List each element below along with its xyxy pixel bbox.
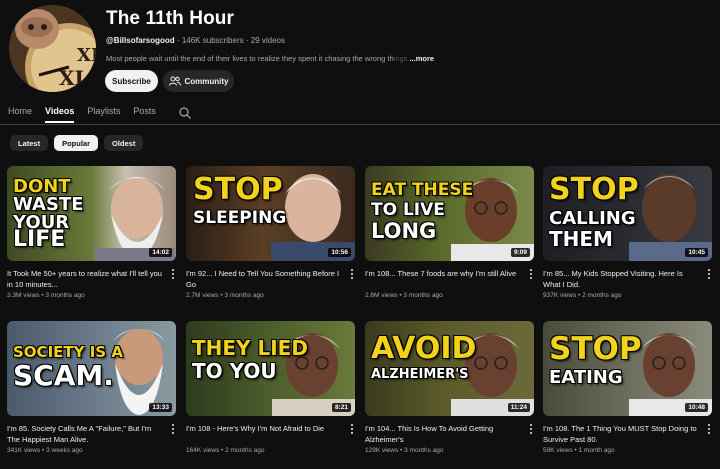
tab-playlists[interactable]: Playlists: [87, 106, 120, 123]
search-icon[interactable]: [179, 106, 191, 124]
video-card[interactable]: STOP SLEEPING 10:56 I'm 92... I Need to …: [186, 166, 355, 299]
video-stats: 2.6M views • 3 months ago: [365, 292, 443, 299]
tab-posts[interactable]: Posts: [133, 106, 156, 123]
video-thumbnail[interactable]: EAT THESE TO LIVE LONG 9:09: [365, 166, 534, 261]
video-thumbnail[interactable]: STOP SLEEPING 10:56: [186, 166, 355, 261]
more-actions-icon[interactable]: [706, 424, 712, 436]
description-fade: ings: [393, 54, 408, 63]
video-stats: 937K views • 2 months ago: [543, 292, 622, 299]
channel-description[interactable]: Most people wait until the end of their …: [106, 54, 434, 63]
video-title[interactable]: It Took Me 50+ years to realize what I'l…: [7, 268, 165, 290]
tabs-divider: [0, 124, 720, 125]
svg-text:XII: XII: [77, 45, 96, 66]
thumb-text: AVOID: [371, 331, 477, 366]
thumb-text: LONG: [371, 219, 437, 243]
thumb-text: THEM: [549, 227, 613, 251]
video-stats: 129K views • 3 months ago: [365, 447, 444, 454]
video-card[interactable]: STOP CALLING THEM 10:45 I'm 85... My Kid…: [543, 166, 712, 299]
thumb-text: TO LIVE: [371, 200, 445, 220]
video-title[interactable]: I'm 104... This Is How To Avoid Getting …: [365, 423, 523, 445]
more-actions-icon[interactable]: [170, 269, 176, 281]
channel-avatar[interactable]: XI XII: [9, 5, 96, 92]
video-duration: 8:21: [331, 403, 351, 412]
video-stats: 341K views • 3 weeks ago: [7, 447, 83, 454]
thumb-text: TO YOU: [192, 359, 277, 383]
channel-title: The 11th Hour: [106, 8, 234, 29]
chip-latest[interactable]: Latest: [10, 135, 49, 151]
video-duration: 13:33: [149, 403, 172, 412]
video-stats: 3.3M views • 3 months ago: [7, 292, 85, 299]
thumb-text: STOP: [549, 172, 639, 207]
thumb-text: EAT THESE: [371, 180, 474, 200]
thumb-text: DONT: [13, 176, 71, 197]
thumb-text: ALZHEIMER'S: [371, 367, 469, 382]
video-duration: 10:56: [328, 248, 351, 257]
video-thumbnail[interactable]: AVOID ALZHEIMER'S 11:24: [365, 321, 534, 416]
community-label: Community: [184, 76, 229, 86]
more-actions-icon[interactable]: [706, 269, 712, 281]
more-actions-icon[interactable]: [349, 269, 355, 281]
video-card[interactable]: EAT THESE TO LIVE LONG 9:09 I'm 108... T…: [365, 166, 534, 299]
video-thumbnail[interactable]: THEY LIED TO YOU 8:21: [186, 321, 355, 416]
video-thumbnail[interactable]: DONT WASTE YOUR LIFE 14:02: [7, 166, 176, 261]
video-duration: 10:48: [685, 403, 708, 412]
more-actions-icon[interactable]: [170, 424, 176, 436]
video-card[interactable]: THEY LIED TO YOU 8:21 I'm 108 - Here's W…: [186, 321, 355, 454]
more-actions-icon[interactable]: [528, 269, 534, 281]
video-duration: 11:24: [507, 403, 530, 412]
thumb-text: THEY LIED: [192, 336, 308, 360]
channel-stats: · 146K subscribers · 29 videos: [174, 36, 285, 45]
video-card[interactable]: STOP EATING 10:48 I'm 108. The 1 Thing Y…: [543, 321, 712, 454]
video-card[interactable]: DONT WASTE YOUR LIFE 14:02 It Took Me 50…: [7, 166, 176, 299]
video-duration: 9:09: [510, 248, 530, 257]
video-title[interactable]: I'm 108. The 1 Thing You MUST Stop Doing…: [543, 423, 701, 445]
chip-popular[interactable]: Popular: [54, 135, 99, 151]
subscribe-button[interactable]: Subscribe: [105, 70, 158, 92]
channel-handle[interactable]: @Billsofarsogood: [106, 36, 175, 45]
video-title[interactable]: I'm 85... My Kids Stopped Visiting. Here…: [543, 268, 701, 290]
channel-tabs: Home Videos Playlists Posts: [8, 106, 169, 123]
video-stats: 2.7M views • 3 months ago: [186, 292, 264, 299]
thumb-text: SCAM.: [13, 359, 114, 392]
thumb-text: CALLING: [549, 208, 636, 229]
thumb-text: STOP: [549, 331, 642, 367]
video-thumbnail[interactable]: STOP EATING 10:48: [543, 321, 712, 416]
video-title[interactable]: I'm 108... These 7 foods are why I'm sti…: [365, 268, 523, 279]
people-icon: [168, 76, 181, 86]
video-stats: 59K views • 1 month ago: [543, 447, 615, 454]
thumb-text: EATING: [549, 367, 623, 388]
video-title[interactable]: I'm 92... I Need to Tell You Something B…: [186, 268, 344, 290]
thumb-text: LIFE: [13, 227, 66, 252]
clock-avatar-image: XI XII: [9, 5, 96, 92]
video-title[interactable]: I'm 85. Society Calls Me A "Failure," Bu…: [7, 423, 165, 445]
video-title[interactable]: I'm 108 - Here's Why I'm Not Afraid to D…: [186, 423, 344, 434]
thumb-text: STOP: [193, 172, 283, 207]
video-thumbnail[interactable]: SOCIETY IS A SCAM. 13:33: [7, 321, 176, 416]
thumb-text: WASTE: [13, 194, 84, 215]
chip-oldest[interactable]: Oldest: [104, 135, 144, 151]
community-button[interactable]: Community: [163, 70, 234, 92]
more-actions-icon[interactable]: [528, 424, 534, 436]
video-card[interactable]: SOCIETY IS A SCAM. 13:33 I'm 85. Society…: [7, 321, 176, 454]
description-text: Most people wait until the end of their …: [106, 54, 394, 63]
video-thumbnail[interactable]: STOP CALLING THEM 10:45: [543, 166, 712, 261]
channel-meta: @Billsofarsogood · 146K subscribers · 29…: [106, 36, 285, 45]
sort-chips: Latest Popular Oldest: [10, 135, 144, 151]
tab-home[interactable]: Home: [8, 106, 32, 123]
video-card[interactable]: AVOID ALZHEIMER'S 11:24 I'm 104... This …: [365, 321, 534, 454]
more-actions-icon[interactable]: [349, 424, 355, 436]
thumb-text: SLEEPING: [193, 208, 287, 228]
thumb-text: SOCIETY IS A: [13, 343, 123, 361]
more-link[interactable]: ...more: [409, 54, 434, 63]
video-duration: 14:02: [149, 248, 172, 257]
video-duration: 10:45: [685, 248, 708, 257]
video-stats: 164K views • 2 months ago: [186, 447, 265, 454]
tab-videos[interactable]: Videos: [45, 106, 75, 123]
